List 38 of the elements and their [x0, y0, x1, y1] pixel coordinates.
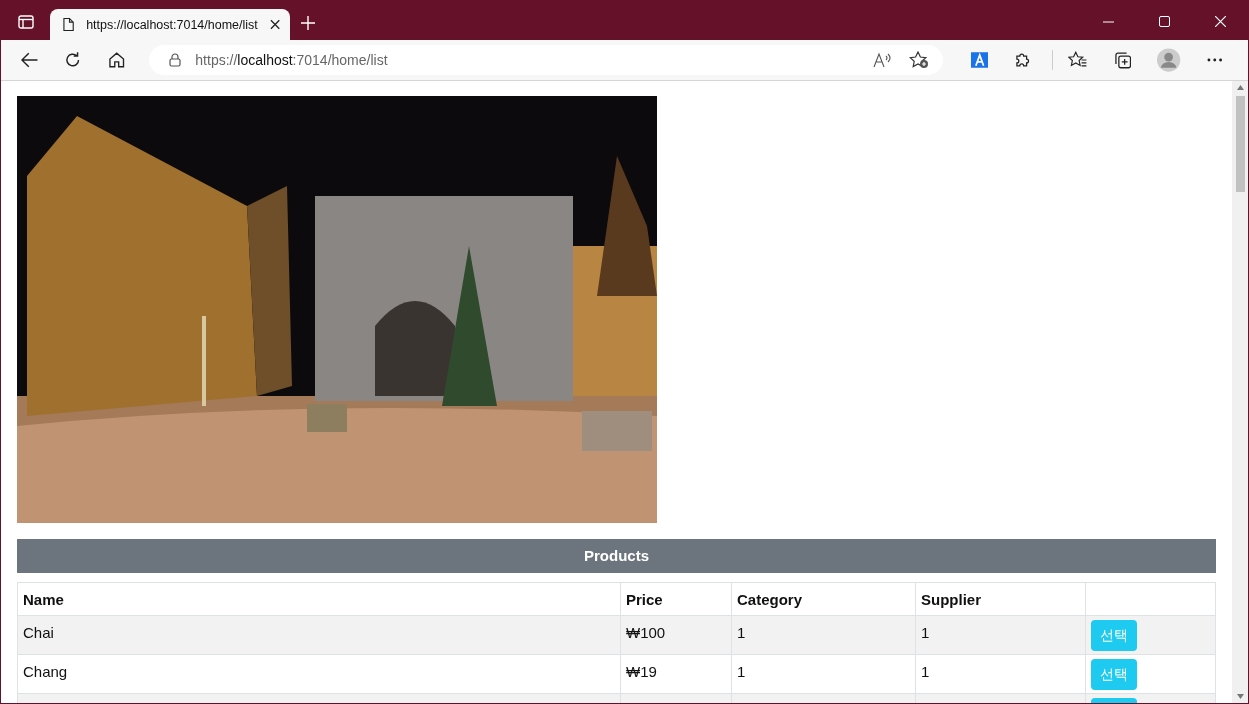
close-icon[interactable] [269, 19, 280, 30]
table-cell: ₩100 [620, 615, 732, 655]
page-icon [63, 17, 75, 32]
new-tab-icon[interactable] [301, 16, 315, 30]
table-cell: Chang [17, 654, 621, 694]
star-plus-icon[interactable] [908, 51, 929, 69]
maximize-icon[interactable] [1159, 16, 1170, 27]
table-cell: 1 [915, 654, 1086, 694]
table-cell: 1 [731, 615, 916, 655]
back-icon[interactable] [21, 52, 39, 68]
tab-actions-icon[interactable] [18, 15, 34, 29]
table-caption: Products [17, 539, 1216, 573]
url-text: https://localhost:7014/home/list [195, 52, 388, 68]
more-icon[interactable] [1206, 58, 1223, 62]
browser-tab[interactable]: https://localhost:7014/home/list [50, 9, 290, 40]
favorites-icon[interactable] [1068, 51, 1088, 69]
scroll-down-icon[interactable] [1236, 694, 1244, 699]
table-cell: 1 [915, 615, 1086, 655]
lock-icon [169, 53, 182, 67]
scroll-thumb[interactable] [1235, 96, 1245, 192]
translate-icon[interactable] [970, 52, 989, 68]
column-header: Category [731, 582, 916, 616]
table-cell: ₩19 [620, 654, 732, 694]
scrollbar[interactable] [1232, 81, 1248, 703]
address-bar[interactable]: https://localhost:7014/home/list [149, 45, 943, 75]
column-header: Name [17, 582, 621, 616]
avatar-icon[interactable] [1157, 48, 1181, 72]
table-cell: 1 [731, 654, 916, 694]
collections-icon[interactable] [1113, 51, 1132, 69]
table-cell: Chai [17, 615, 621, 655]
tab-title: https://localhost:7014/home/list [86, 17, 258, 32]
home-icon[interactable] [107, 51, 126, 69]
scroll-up-icon[interactable] [1236, 85, 1244, 90]
read-aloud-icon[interactable] [872, 52, 891, 68]
refresh-icon[interactable] [64, 51, 82, 69]
column-header: Supplier [915, 582, 1086, 616]
column-header: Price [620, 582, 732, 616]
puzzle-icon[interactable] [1014, 51, 1032, 69]
